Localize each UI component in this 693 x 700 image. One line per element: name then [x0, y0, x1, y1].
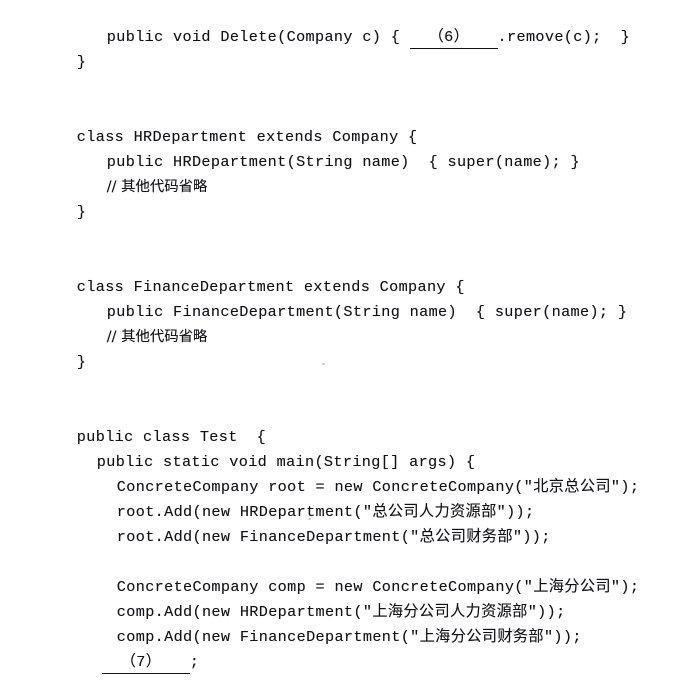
- code-listing: public void Delete(Company c) { （6） .rem…: [0, 0, 693, 674]
- code-line: class FinanceDepartment extends Company …: [0, 250, 693, 296]
- code-text: root.Add(new FinanceDepartment("总公司财务部")…: [116, 528, 551, 546]
- code-text: }: [76, 203, 87, 221]
- code-text-after-blank: ;: [189, 653, 200, 671]
- code-comment-text: // 其他代码省略: [106, 329, 208, 345]
- scan-speck: [322, 363, 325, 365]
- fill-in-blank-6[interactable]: （6）: [409, 27, 498, 49]
- code-text: root.Add(new HRDepartment("总公司人力资源部"));: [116, 503, 535, 521]
- code-text: class HRDepartment extends Company {: [76, 128, 418, 146]
- code-text: public FinanceDepartment(String name) { …: [106, 303, 628, 321]
- fill-in-blank-7[interactable]: （7）: [101, 652, 190, 674]
- code-text: public static void main(String[] args) {: [96, 453, 476, 471]
- scan-speck: [308, 518, 311, 520]
- code-line: public class Test {: [0, 400, 693, 446]
- code-comment-text: // 其他代码省略: [106, 179, 208, 195]
- code-text: }: [76, 353, 87, 371]
- code-text: public void Delete(Company c) {: [106, 28, 410, 46]
- code-text: comp.Add(new HRDepartment("上海分公司人力资源部"))…: [116, 603, 566, 621]
- code-line: ConcreteCompany comp = new ConcreteCompa…: [0, 550, 693, 596]
- code-text: ConcreteCompany root = new ConcreteCompa…: [116, 478, 640, 496]
- code-text: }: [76, 53, 87, 71]
- code-text: public class Test {: [76, 428, 267, 446]
- code-line: public void Delete(Company c) { （6） .rem…: [0, 0, 693, 49]
- scan-speck: [512, 629, 515, 632]
- code-line: class HRDepartment extends Company {: [0, 100, 693, 146]
- code-text-after-blank: .remove(c); }: [497, 28, 631, 46]
- document-page: public void Delete(Company c) { （6） .rem…: [0, 0, 693, 674]
- code-text: public HRDepartment(String name) { super…: [106, 153, 580, 171]
- code-text: class FinanceDepartment extends Company …: [76, 278, 465, 296]
- code-text: ConcreteCompany comp = new ConcreteCompa…: [116, 578, 640, 596]
